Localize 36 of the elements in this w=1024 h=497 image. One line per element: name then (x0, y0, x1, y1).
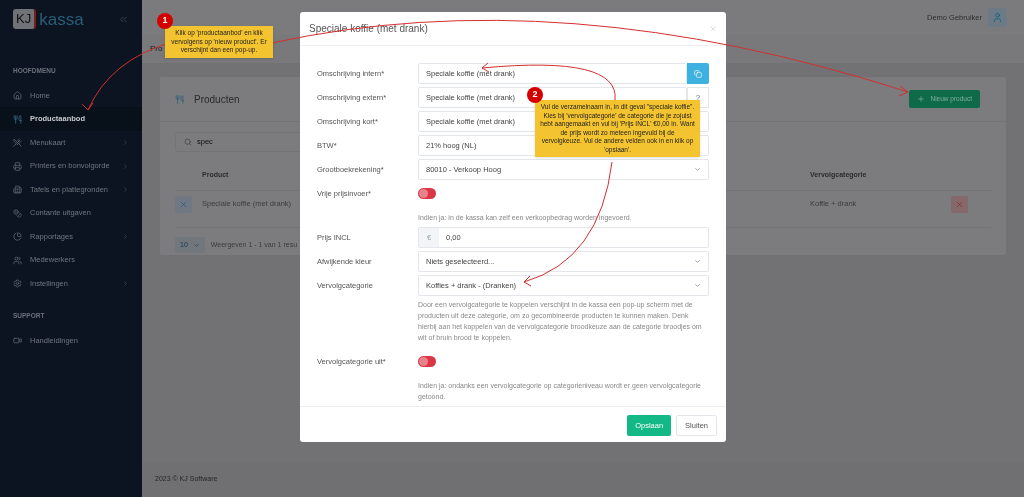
video-icon (13, 336, 22, 346)
plus-icon (917, 95, 926, 103)
users-icon (13, 255, 22, 265)
copy-icon (694, 69, 702, 78)
logo-mark: KJ (13, 9, 37, 29)
utensils-icon (175, 94, 184, 104)
card-title: Producten (194, 92, 240, 107)
deselect-button[interactable] (175, 195, 192, 213)
printer-icon (13, 161, 22, 171)
copy-button[interactable] (687, 63, 709, 84)
chevron-icon (122, 186, 129, 193)
chevron-icon (122, 233, 129, 240)
chevron-icon (122, 280, 129, 287)
chevron-icon (122, 162, 129, 170)
chevron-icon (694, 166, 701, 173)
toggle-switch[interactable] (418, 188, 436, 199)
utensils-icon (13, 114, 22, 124)
chevron-icon (694, 258, 701, 265)
search-icon (184, 138, 192, 146)
toggle-switch[interactable] (418, 356, 436, 367)
coins-icon (13, 208, 22, 218)
building-icon (13, 185, 22, 194)
settings-icon (13, 279, 22, 288)
utensils-icon (13, 138, 22, 147)
pie-chart-icon (13, 232, 22, 241)
chevron-icon (122, 139, 129, 146)
close-icon[interactable] (709, 24, 717, 33)
delete-button[interactable] (951, 195, 968, 213)
page-title: Pro (150, 43, 163, 55)
close-icon (179, 199, 188, 209)
close-icon (955, 199, 964, 209)
avatar-icon[interactable] (988, 8, 1007, 27)
logo-text: kassa (39, 10, 84, 28)
chevron-icon (192, 241, 200, 249)
home-icon (13, 91, 22, 100)
chevron-icon (694, 282, 701, 289)
